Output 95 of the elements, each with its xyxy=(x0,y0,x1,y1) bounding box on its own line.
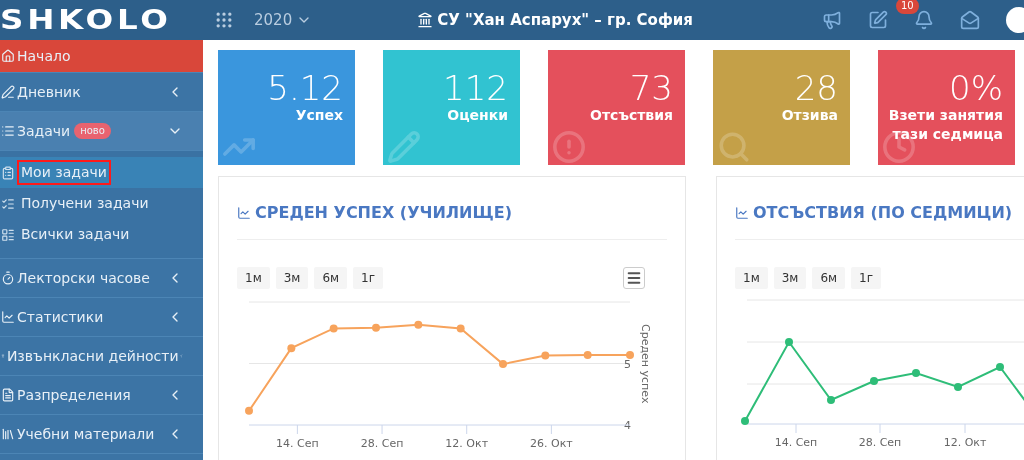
data-point xyxy=(414,320,423,329)
year-dropdown[interactable]: 2020 xyxy=(254,8,313,32)
y-tick-label: 4 xyxy=(624,419,631,432)
alert-icon xyxy=(552,130,586,164)
submenu-label: Всички задачи xyxy=(20,225,131,244)
range-button[interactable]: 1м xyxy=(237,267,270,289)
submenu-item[interactable]: Всички задачи xyxy=(0,219,203,250)
x-tick-label: 14. Сеп xyxy=(774,436,818,449)
data-point xyxy=(827,396,835,404)
sidebar-item[interactable]: Задачи ново xyxy=(0,112,203,151)
clipboard-icon xyxy=(1,165,15,180)
pen-icon xyxy=(1,85,15,99)
data-point xyxy=(954,383,962,391)
data-point xyxy=(741,417,749,425)
sidebar-label: Дневник xyxy=(17,82,81,102)
sidebar-label: Лекторски часове xyxy=(17,268,150,288)
list-icon xyxy=(1,124,15,138)
table-icon xyxy=(1,227,15,242)
menu-button[interactable] xyxy=(623,267,645,289)
edit-icon[interactable] xyxy=(868,10,888,30)
range-button[interactable]: 3м xyxy=(275,267,309,289)
data-point xyxy=(785,338,793,346)
sidebar-label: Учебни материали xyxy=(17,424,155,444)
data-point xyxy=(626,350,634,359)
stat-label: Отзива xyxy=(781,106,838,125)
stat-card[interactable]: 73 Отсъствия xyxy=(548,50,685,165)
mail-icon[interactable] xyxy=(960,10,980,30)
submenu-item[interactable]: Получени задачи xyxy=(0,188,203,219)
magnifier-icon xyxy=(717,130,751,164)
range-button[interactable]: 6м xyxy=(314,267,348,289)
x-tick-label: 26. Окт xyxy=(530,437,573,450)
home-icon xyxy=(1,49,15,63)
stat-value: 112 xyxy=(443,70,508,106)
submenu-item[interactable]: Мои задачи xyxy=(0,157,203,188)
stat-card[interactable]: 5.12 Успех xyxy=(218,50,355,165)
timer-icon xyxy=(1,271,15,285)
stat-value: 0% xyxy=(949,70,1003,106)
sidebar-label: Извънкласни дейности xyxy=(6,346,179,366)
data-point xyxy=(329,324,338,333)
books-icon xyxy=(1,427,15,441)
stat-label: Успех xyxy=(295,106,343,125)
stat-card[interactable]: 28 Отзива xyxy=(713,50,850,165)
sidebar-label: Задачи xyxy=(17,121,71,141)
menu-icon xyxy=(626,270,642,286)
chart-icon xyxy=(735,206,749,220)
stat-card[interactable]: 0% Взети занятия тази седмица xyxy=(878,50,1015,165)
sidebar-label: Статистики xyxy=(17,307,104,327)
data-point xyxy=(583,350,592,359)
x-tick-label: 28. Сеп xyxy=(360,437,404,450)
stat-label: Отсъствия xyxy=(590,106,673,125)
data-point xyxy=(870,377,878,385)
panel-title: СРЕДЕН УСПЕХ (УЧИЛИЩЕ) xyxy=(255,202,512,224)
range-button[interactable]: 3м xyxy=(773,267,807,289)
stat-label: Взети занятия тази седмица xyxy=(887,106,1003,144)
data-point xyxy=(456,324,465,333)
submenu-label: Получени задачи xyxy=(20,194,150,213)
apps-icon[interactable] xyxy=(214,10,234,30)
chart-icon xyxy=(1,310,15,324)
stat-label: Оценки xyxy=(447,106,508,125)
checklist-icon xyxy=(1,196,15,211)
x-tick-label: 14. Сеп xyxy=(276,437,319,450)
document-icon xyxy=(1,388,15,402)
range-button[interactable]: 1г xyxy=(851,267,881,289)
sidebar-label: Разпределения xyxy=(17,385,131,405)
stat-value: 5.12 xyxy=(267,70,343,106)
submenu-label: Мои задачи xyxy=(19,162,109,183)
data-point xyxy=(499,360,507,369)
data-point xyxy=(372,323,380,332)
range-button[interactable]: 6м xyxy=(812,267,846,289)
notification-badge: 10 xyxy=(896,0,919,14)
sidebar-item[interactable]: Начало xyxy=(0,40,203,73)
stat-value: 28 xyxy=(794,70,838,106)
stat-value: 73 xyxy=(629,70,673,106)
new-badge: ново xyxy=(74,123,111,139)
data-point xyxy=(245,406,253,415)
range-button[interactable]: 1м xyxy=(735,267,768,289)
data-point xyxy=(541,351,550,360)
pencil-icon xyxy=(387,130,421,164)
range-button[interactable]: 1г xyxy=(353,267,383,289)
x-tick-label: 28. Сеп xyxy=(858,436,902,449)
school-title: СУ "Хан Аспарух" – гр. София xyxy=(437,9,693,31)
chart-icon xyxy=(237,206,251,220)
bell-icon[interactable] xyxy=(914,10,934,30)
x-tick-label: 12. Окт xyxy=(445,437,489,450)
megaphone-icon[interactable] xyxy=(822,10,842,30)
y-axis-title: Среден успех xyxy=(639,324,652,404)
sidebar-label: Начало xyxy=(17,46,71,66)
x-tick-label: 12. Окт xyxy=(943,436,987,449)
logo[interactable]: SHKOLO xyxy=(0,7,238,33)
data-point xyxy=(912,369,920,377)
school-icon xyxy=(417,12,434,28)
data-point xyxy=(996,363,1004,371)
y-tick-label: 5 xyxy=(624,357,631,371)
data-point xyxy=(287,344,296,353)
panel-title: ОТСЪСТВИЯ (ПО СЕДМИЦИ) xyxy=(753,202,1013,224)
